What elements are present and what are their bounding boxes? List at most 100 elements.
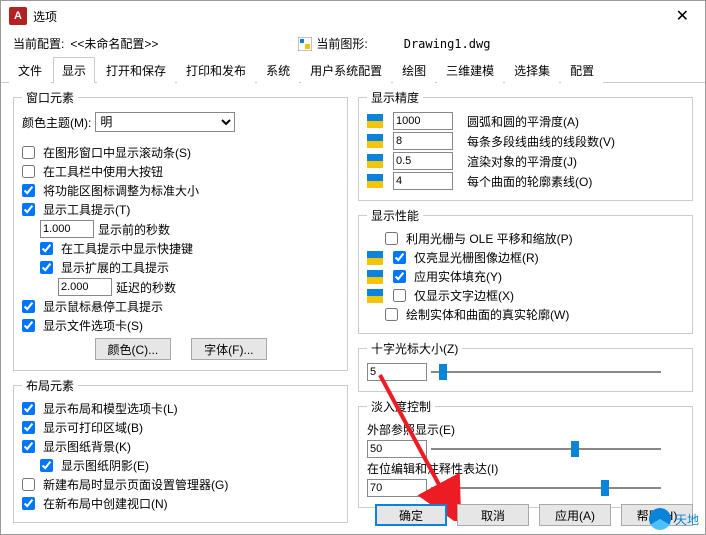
options-dialog: A 选项 ✕ 当前配置: <<未命名配置>> 当前图形: Drawing1.dw… bbox=[0, 0, 706, 535]
lbl-paper-shadow: 显示图纸阴影(E) bbox=[61, 457, 149, 474]
dwg-icon bbox=[298, 37, 312, 51]
chk-text-frame[interactable] bbox=[393, 289, 406, 302]
tab-config[interactable]: 配置 bbox=[561, 57, 603, 83]
group-display-precision: 显示精度 圆弧和圆的平滑度(A) 每条多段线曲线的线段数(V) 渲染对象的平滑度… bbox=[358, 89, 693, 201]
surface-lines-input[interactable] bbox=[393, 172, 453, 190]
lbl-polyline-seg: 每条多段线曲线的线段数(V) bbox=[467, 133, 615, 150]
current-config-label: 当前配置: bbox=[13, 35, 64, 52]
dwg-override-icon bbox=[367, 134, 383, 148]
color-theme-label: 颜色主题(M): bbox=[22, 114, 91, 131]
crosshair-input[interactable] bbox=[367, 363, 427, 381]
lbl-layout-tabs: 显示布局和模型选项卡(L) bbox=[43, 400, 178, 417]
ok-button[interactable]: 确定 bbox=[375, 504, 447, 526]
chk-big-toolbar[interactable] bbox=[22, 165, 35, 178]
xref-fade-input[interactable] bbox=[367, 440, 427, 458]
cancel-button[interactable]: 取消 bbox=[457, 504, 529, 526]
lbl-file-tab: 显示文件选项卡(S) bbox=[43, 317, 143, 334]
inplace-fade-slider[interactable] bbox=[431, 481, 661, 495]
crosshair-slider[interactable] bbox=[431, 365, 661, 379]
render-smooth-input[interactable] bbox=[393, 152, 453, 170]
legend-window-elements: 窗口元素 bbox=[22, 89, 78, 106]
current-drawing-value: Drawing1.dwg bbox=[404, 37, 491, 51]
lbl-ext-tooltip-delay: 延迟的秒数 bbox=[116, 279, 176, 296]
xref-fade-slider[interactable] bbox=[431, 442, 661, 456]
dwg-override-icon bbox=[367, 114, 383, 128]
lbl-arc-smooth: 圆弧和圆的平滑度(A) bbox=[467, 113, 579, 130]
help-button[interactable]: 帮助(H) bbox=[621, 504, 693, 526]
inplace-fade-input[interactable] bbox=[367, 479, 427, 497]
dwg-override-icon bbox=[367, 270, 383, 284]
dwg-override-icon bbox=[367, 289, 383, 303]
chk-draw-silhouette[interactable] bbox=[385, 308, 398, 321]
chk-solid-fill[interactable] bbox=[393, 270, 406, 283]
tab-display[interactable]: 显示 bbox=[53, 57, 95, 83]
lbl-big-toolbar: 在工具栏中使用大按钮 bbox=[43, 163, 163, 180]
chk-layout-tabs[interactable] bbox=[22, 402, 35, 415]
chk-pagesetup[interactable] bbox=[22, 478, 35, 491]
chk-tooltip[interactable] bbox=[22, 203, 35, 216]
lbl-inplace-fade: 在位编辑和注释性表达(I) bbox=[367, 460, 498, 477]
tab-draw[interactable]: 绘图 bbox=[393, 57, 435, 83]
lbl-raster-pan: 利用光栅与 OLE 平移和缩放(P) bbox=[406, 230, 573, 247]
lbl-print-area: 显示可打印区域(B) bbox=[43, 419, 143, 436]
tab-print-publish[interactable]: 打印和发布 bbox=[177, 57, 255, 83]
chk-paper-bg[interactable] bbox=[22, 440, 35, 453]
right-column: 显示精度 圆弧和圆的平滑度(A) 每条多段线曲线的线段数(V) 渲染对象的平滑度… bbox=[358, 89, 693, 523]
chk-scrollbar[interactable] bbox=[22, 146, 35, 159]
lbl-highlight-raster: 仅亮显光栅图像边框(R) bbox=[414, 249, 539, 266]
dialog-footer: 确定 取消 应用(A) 帮助(H) bbox=[375, 504, 693, 526]
lbl-render-smooth: 渲染对象的平滑度(J) bbox=[467, 153, 577, 170]
lbl-text-frame: 仅显示文字边框(X) bbox=[414, 287, 514, 304]
lbl-paper-bg: 显示图纸背景(K) bbox=[43, 438, 131, 455]
legend-display-precision: 显示精度 bbox=[367, 89, 423, 106]
chk-paper-shadow[interactable] bbox=[40, 459, 53, 472]
lbl-scrollbar: 在图形窗口中显示滚动条(S) bbox=[43, 144, 191, 161]
lbl-hover-tip: 显示鼠标悬停工具提示 bbox=[43, 298, 163, 315]
tab-system[interactable]: 系统 bbox=[257, 57, 299, 83]
chk-new-viewport[interactable] bbox=[22, 497, 35, 510]
chk-print-area[interactable] bbox=[22, 421, 35, 434]
chk-hover-tip[interactable] bbox=[22, 300, 35, 313]
chk-tooltip-shortcut[interactable] bbox=[40, 242, 53, 255]
context-row: 当前配置: <<未命名配置>> 当前图形: Drawing1.dwg bbox=[1, 31, 705, 56]
lbl-xref-fade: 外部参照显示(E) bbox=[367, 421, 455, 438]
tab-strip: 文件 显示 打开和保存 打印和发布 系统 用户系统配置 绘图 三维建模 选择集 … bbox=[1, 56, 705, 83]
dwg-override-icon bbox=[367, 251, 383, 265]
tab-open-save[interactable]: 打开和保存 bbox=[97, 57, 175, 83]
chk-highlight-raster[interactable] bbox=[393, 251, 406, 264]
apply-button[interactable]: 应用(A) bbox=[539, 504, 611, 526]
arc-smooth-input[interactable] bbox=[393, 112, 453, 130]
tab-user-system[interactable]: 用户系统配置 bbox=[301, 57, 391, 83]
lbl-solid-fill: 应用实体填充(Y) bbox=[414, 268, 502, 285]
lbl-new-viewport: 在新布局中创建视口(N) bbox=[43, 495, 168, 512]
ext-tooltip-delay-input[interactable] bbox=[58, 278, 112, 296]
group-crosshair: 十字光标大小(Z) bbox=[358, 340, 693, 392]
lbl-ext-tooltip: 显示扩展的工具提示 bbox=[61, 259, 169, 276]
lbl-surface-lines: 每个曲面的轮廓素线(O) bbox=[467, 173, 592, 190]
tooltip-delay-input[interactable] bbox=[40, 220, 94, 238]
color-theme-select[interactable]: 明 bbox=[95, 112, 235, 132]
group-window-elements: 窗口元素 颜色主题(M): 明 在图形窗口中显示滚动条(S) 在工具栏中使用大按… bbox=[13, 89, 348, 371]
lbl-draw-silhouette: 绘制实体和曲面的真实轮廓(W) bbox=[406, 306, 569, 323]
polyline-seg-input[interactable] bbox=[393, 132, 453, 150]
tab-3d[interactable]: 三维建模 bbox=[437, 57, 503, 83]
current-drawing-label: 当前图形: bbox=[316, 35, 367, 52]
close-button[interactable]: ✕ bbox=[668, 6, 697, 26]
chk-raster-pan[interactable] bbox=[385, 232, 398, 245]
legend-crosshair: 十字光标大小(Z) bbox=[367, 340, 462, 357]
lbl-tooltip: 显示工具提示(T) bbox=[43, 201, 130, 218]
dwg-override-icon bbox=[367, 154, 383, 168]
tab-select[interactable]: 选择集 bbox=[505, 57, 559, 83]
legend-fade-control: 淡入度控制 bbox=[367, 398, 435, 415]
tab-file[interactable]: 文件 bbox=[9, 57, 51, 83]
legend-layout-elements: 布局元素 bbox=[22, 377, 78, 394]
chk-ext-tooltip[interactable] bbox=[40, 261, 53, 274]
chk-file-tab[interactable] bbox=[22, 319, 35, 332]
dwg-override-icon bbox=[367, 174, 383, 188]
colors-button[interactable]: 颜色(C)... bbox=[95, 338, 172, 360]
titlebar: A 选项 ✕ bbox=[1, 1, 705, 31]
lbl-pagesetup: 新建布局时显示页面设置管理器(G) bbox=[43, 476, 228, 493]
autocad-logo-icon: A bbox=[9, 7, 27, 25]
font-button[interactable]: 字体(F)... bbox=[191, 338, 266, 360]
chk-ribbon-icon-size[interactable] bbox=[22, 184, 35, 197]
